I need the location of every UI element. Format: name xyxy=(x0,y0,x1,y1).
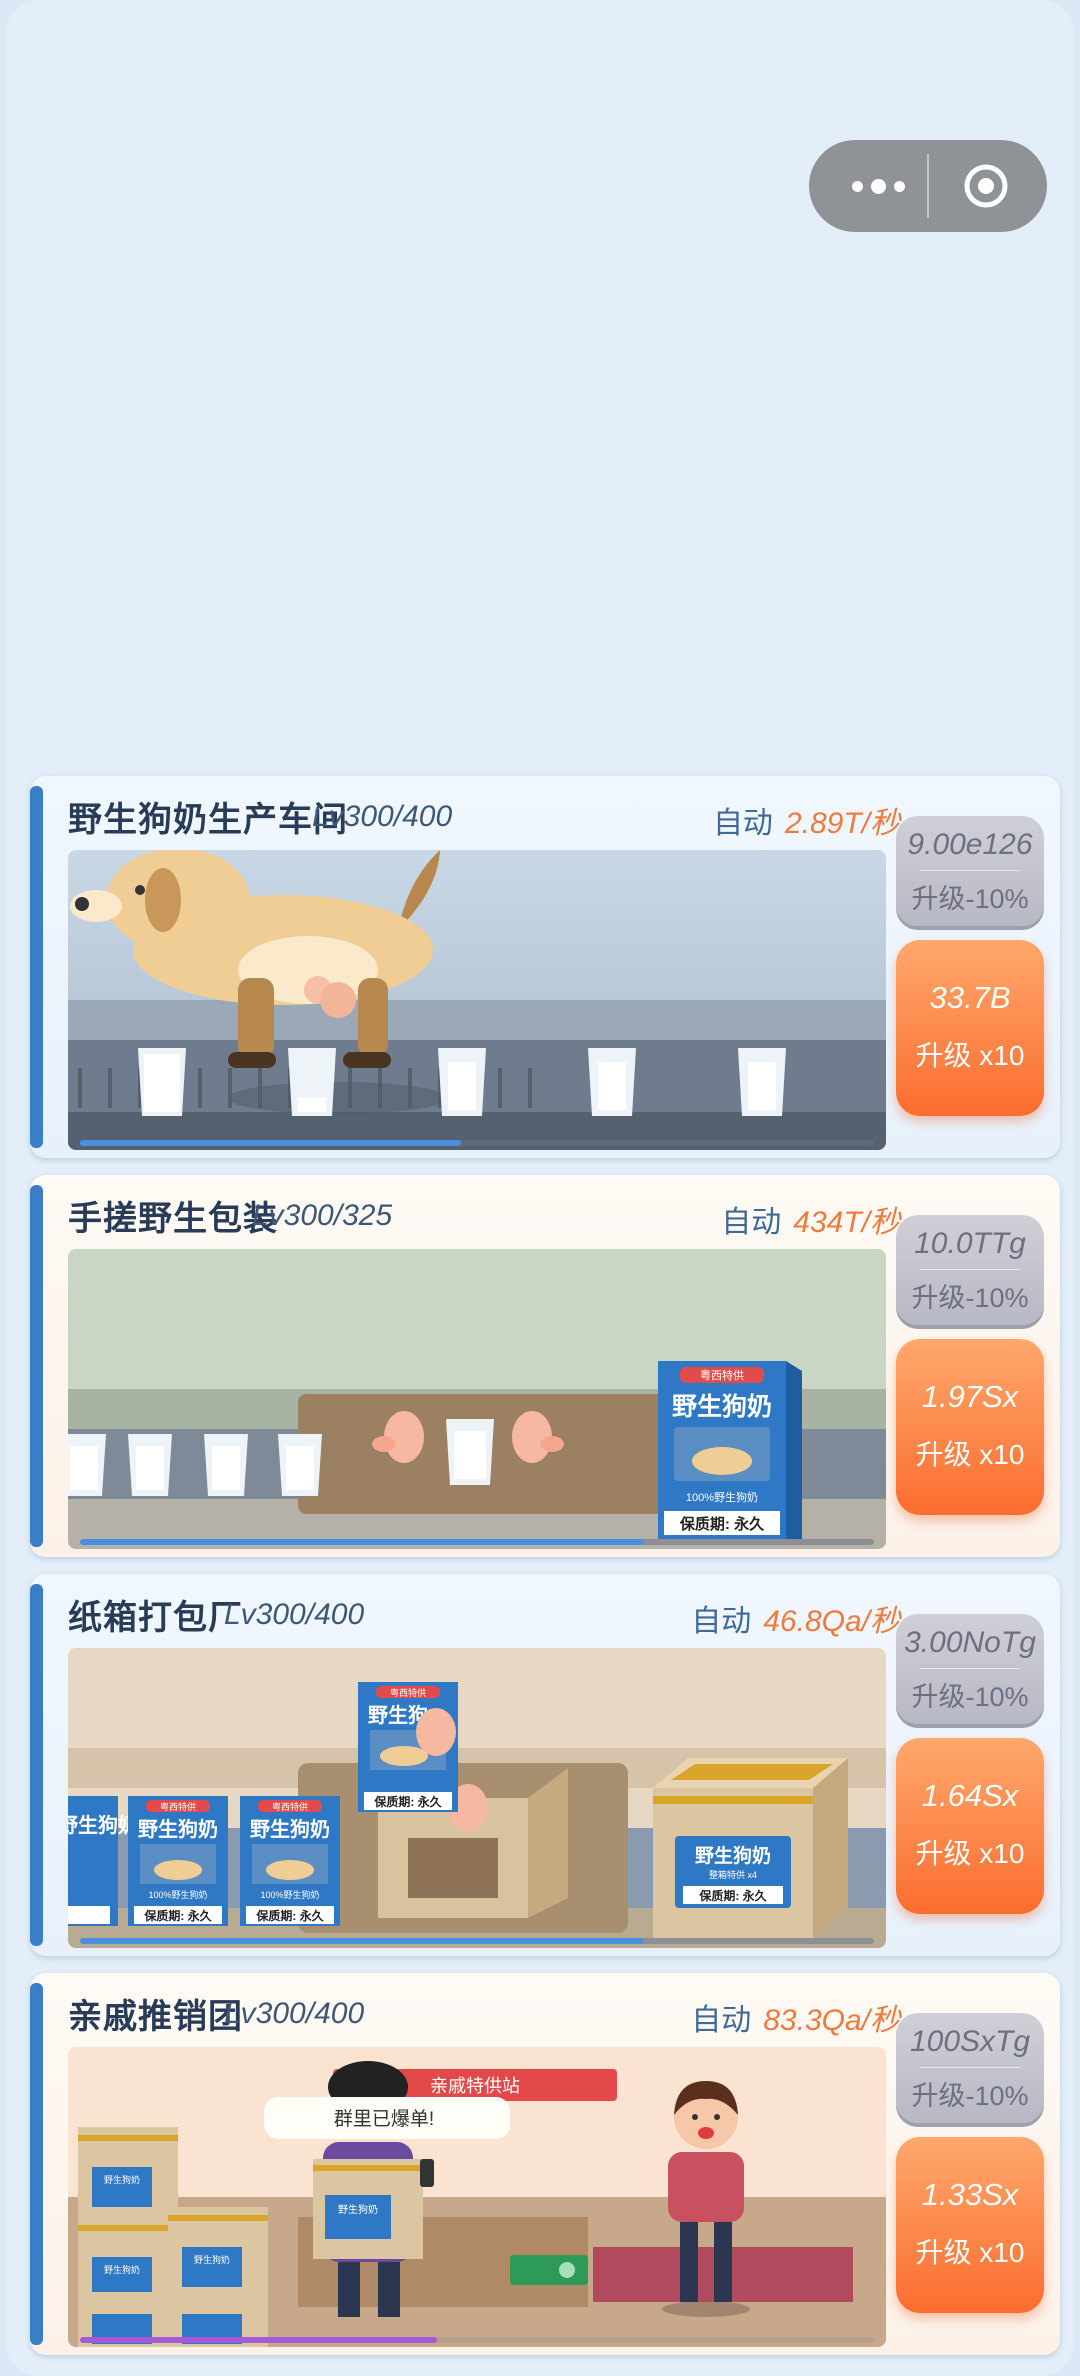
station-card-carton-packing-factory: 纸箱打包厂 Lv300/400 自动 46.8Qa/秒 生狗奶 粤西特供 野生狗… xyxy=(30,1574,1060,1956)
stand-banner: 亲戚特供站 xyxy=(430,2076,520,2096)
station-level: Lv300/325 xyxy=(252,1199,393,1232)
carton-top-label: 粤西特供 xyxy=(700,1368,744,1382)
discount-upgrade-button[interactable]: 10.0TTg 升级-10% xyxy=(896,1215,1044,1325)
discount-label: 升级-10% xyxy=(911,884,1029,914)
crate-shelf-life: 保质期: 永久 xyxy=(698,1888,767,1903)
card-accent-stripe xyxy=(30,1983,43,2345)
station-level: Lv300/400 xyxy=(224,1997,365,2030)
station-title: 野生狗奶生产车间 xyxy=(68,801,348,839)
station-card-dog-milk-workshop: 野生狗奶生产车间 Lv300/400 自动 2.89T/秒 9.00e126 升… xyxy=(30,776,1060,1158)
upgrade-x10-button[interactable]: 1.97Sx 升级 x10 xyxy=(896,1339,1044,1515)
production-scene[interactable]: 野生狗奶 粤西特供 野生狗奶 100%野生狗奶 保质期: 永久 xyxy=(68,1648,886,1948)
rate-value: 46.8Qa/秒 xyxy=(763,1605,900,1638)
upgrade-cost: 1.64Sx xyxy=(921,1778,1019,1813)
discount-upgrade-button[interactable]: 3.00NoTg 升级-10% xyxy=(896,1614,1044,1724)
carton-top-label: 粤西特供 xyxy=(160,1801,196,1812)
discount-cost: 10.0TTg xyxy=(914,1227,1026,1260)
station-card-handmade-packaging: 手搓野生包装 Lv300/325 自动 434T/秒 粤西特供 野生狗奶 100… xyxy=(30,1175,1060,1557)
progress-fill xyxy=(80,1539,644,1545)
progress-fill xyxy=(80,1140,461,1146)
crate-brand: 野生狗奶 xyxy=(338,2203,378,2216)
auto-label: 自动 xyxy=(691,2004,752,2037)
rate-value: 434T/秒 xyxy=(793,1206,900,1239)
crate-sub: 整箱特供 x4 xyxy=(709,1869,757,1880)
station-title: 纸箱打包厂 xyxy=(68,1599,243,1637)
milk-carton: 粤西特供 野生狗奶 100%野生狗奶 保质期: 永久 xyxy=(658,1361,802,1539)
shipping-crate: 野生狗奶 整箱特供 x4 保质期: 永久 xyxy=(653,1758,848,1938)
discount-cost: 100SxTg xyxy=(909,2025,1031,2058)
station-card-relatives-sales-team: 亲戚推销团 Lv300/400 自动 83.3Qa/秒 亲戚特供站 野生狗奶 野生… xyxy=(30,1973,1060,2355)
upgrade-x10-button[interactable]: 33.7B 升级 x10 xyxy=(896,940,1044,1116)
carton-top-label: 粤西特供 xyxy=(390,1687,426,1698)
cash-bundle xyxy=(510,2255,588,2285)
upgrade-x10-button[interactable]: 1.64Sx 升级 x10 xyxy=(896,1738,1044,1914)
carton-brand: 野生狗奶 xyxy=(250,1817,330,1841)
station-level: Lv300/400 xyxy=(224,1598,365,1631)
station-title: 亲戚推销团 xyxy=(68,1998,243,2036)
crate-brand: 野生狗奶 xyxy=(695,1844,771,1867)
production-scene[interactable]: 亲戚特供站 野生狗奶 野生狗奶 野生狗奶 野生狗奶 群里已爆单! xyxy=(68,2047,886,2347)
carton-shelf-life: 保质期: 永久 xyxy=(373,1794,442,1809)
carton-sub: 100%野生狗奶 xyxy=(686,1490,758,1504)
auto-label: 自动 xyxy=(712,807,773,840)
capsule-divider xyxy=(927,154,929,218)
discount-cost: 3.00NoTg xyxy=(904,1626,1036,1659)
upgrade-label: 升级 x10 xyxy=(915,1040,1025,1071)
rate-value: 2.89T/秒 xyxy=(784,807,900,840)
discount-cost: 9.00e126 xyxy=(907,828,1033,861)
production-scene[interactable]: 粤西特供 野生狗奶 100%野生狗奶 保质期: 永久 xyxy=(68,1249,886,1549)
auto-label: 自动 xyxy=(721,1206,782,1239)
carton-brand: 野生狗奶 xyxy=(68,1813,138,1837)
crate-brand: 野生狗奶 xyxy=(104,2264,140,2275)
station-level: Lv300/400 xyxy=(312,800,453,833)
crate-brand: 野生狗奶 xyxy=(194,2254,230,2265)
carton-sub: 100%野生狗奶 xyxy=(148,1889,207,1900)
carton-top-label: 粤西特供 xyxy=(272,1801,308,1812)
card-accent-stripe xyxy=(30,1584,43,1946)
upgrade-cost: 1.33Sx xyxy=(921,2177,1019,2212)
carton-brand: 野生狗奶 xyxy=(138,1817,218,1841)
discount-label: 升级-10% xyxy=(911,1682,1029,1712)
app-frame: 野生狗奶生产车间 Lv300/400 自动 2.89T/秒 9.00e126 升… xyxy=(6,0,1074,2376)
carton-shelf-life: 保质期: 永久 xyxy=(679,1515,765,1533)
progress-fill xyxy=(80,1938,644,1944)
speech-bubble-text: 群里已爆单! xyxy=(334,2108,434,2130)
discount-upgrade-button[interactable]: 9.00e126 升级-10% xyxy=(896,816,1044,926)
mini-program-capsule xyxy=(809,140,1047,232)
auto-label: 自动 xyxy=(691,1605,752,1638)
auto-rate: 自动 83.3Qa/秒 xyxy=(691,1995,900,2039)
station-list: 野生狗奶生产车间 Lv300/400 自动 2.89T/秒 9.00e126 升… xyxy=(30,776,1060,2376)
discount-upgrade-button[interactable]: 100SxTg 升级-10% xyxy=(896,2013,1044,2123)
more-dots-icon[interactable] xyxy=(837,140,919,232)
auto-rate: 自动 434T/秒 xyxy=(721,1197,900,1241)
carton-sub: 100%野生狗奶 xyxy=(260,1889,319,1900)
carton-brand: 野生狗奶 xyxy=(672,1392,772,1421)
carton-shelf-life: 保质期: 永久 xyxy=(143,1908,212,1923)
card-accent-stripe xyxy=(30,1185,43,1547)
discount-label: 升级-10% xyxy=(911,1283,1029,1313)
target-circle-icon[interactable] xyxy=(963,163,1009,209)
upgrade-label: 升级 x10 xyxy=(915,1439,1025,1470)
card-accent-stripe xyxy=(30,786,43,1148)
auto-rate: 自动 2.89T/秒 xyxy=(713,798,900,842)
progress-fill xyxy=(80,2337,437,2343)
carton-shelf-life: 保质期: 永久 xyxy=(255,1908,324,1923)
crate-brand: 野生狗奶 xyxy=(104,2174,140,2185)
auto-rate: 自动 46.8Qa/秒 xyxy=(691,1596,900,1640)
production-scene[interactable] xyxy=(68,850,886,1150)
speech-bubble: 群里已爆单! xyxy=(264,2097,510,2139)
upgrade-cost: 33.7B xyxy=(929,980,1011,1015)
upgrade-label: 升级 x10 xyxy=(915,2237,1025,2268)
discount-label: 升级-10% xyxy=(911,2081,1029,2111)
upgrade-label: 升级 x10 xyxy=(915,1838,1025,1869)
station-title: 手搓野生包装 xyxy=(68,1200,278,1238)
upgrade-x10-button[interactable]: 1.33Sx 升级 x10 xyxy=(896,2137,1044,2313)
rate-value: 83.3Qa/秒 xyxy=(763,2004,900,2037)
upgrade-cost: 1.97Sx xyxy=(921,1379,1019,1414)
